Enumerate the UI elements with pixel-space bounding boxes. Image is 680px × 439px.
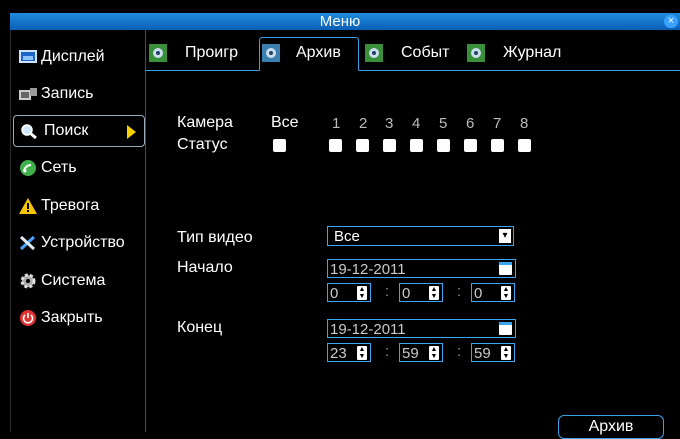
checkbox-camera-1[interactable] [329,139,342,152]
sidebar-item-label: Запись [41,85,94,102]
sidebar: Дисплей Запись Поиск Сеть Тревога Устрой… [10,30,146,432]
camera-icon [262,44,280,62]
camera-label: Камера [177,114,233,131]
time-separator: : [457,343,462,360]
sidebar-item-label: Сеть [41,159,77,176]
checkbox-camera-2[interactable] [356,139,369,152]
tab-label: Событ [401,44,450,61]
sidebar-item-record[interactable]: Запись [13,79,143,109]
camera-number: 6 [466,115,475,132]
main-panel: Проигр Архив Событ Журнал Камера Статус … [145,30,680,439]
record-icon [19,88,37,100]
sidebar-item-label: Поиск [44,122,89,139]
end-minute-stepper[interactable]: 59 ▲ ▼ [399,343,443,362]
start-hour-value: 0 [330,285,339,302]
sidebar-item-close[interactable]: Закрыть [13,303,143,333]
chevron-down-icon: ▾ [499,229,511,243]
end-label: Конец [177,319,223,336]
sidebar-item-network[interactable]: Сеть [13,153,143,183]
video-type-select[interactable]: Все ▾ [327,226,514,246]
end-hour-stepper[interactable]: 23 ▲ ▼ [327,343,371,362]
end-date-field[interactable]: 19-12-2011 [327,319,516,338]
tab-playback[interactable]: Проигр [147,38,257,68]
start-minute-value: 0 [402,285,411,302]
start-second-value: 0 [474,285,483,302]
end-minute-value: 59 [402,345,419,362]
archive-button[interactable]: Архив [558,415,664,439]
sidebar-item-alarm[interactable]: Тревога [13,191,143,221]
tab-label: Проигр [185,44,238,61]
checkbox-camera-4[interactable] [410,139,423,152]
tools-icon [19,235,36,251]
search-icon [21,124,37,139]
camera-number: 8 [520,115,529,132]
end-hour-value: 23 [330,345,347,362]
alarm-icon [19,198,37,214]
active-arrow-icon [127,125,136,139]
start-hour-stepper[interactable]: 0 ▲ ▼ [327,283,371,302]
time-separator: : [457,283,462,300]
stepper-arrows-icon[interactable]: ▲ ▼ [429,346,439,360]
status-label: Статус [177,136,228,153]
end-date-value: 19-12-2011 [330,321,406,338]
sidebar-item-system[interactable]: Система [13,266,143,296]
camera-number: 7 [493,115,502,132]
close-icon[interactable]: × [664,15,678,28]
stepper-arrows-icon[interactable]: ▲ ▼ [357,286,367,300]
start-date-value: 19-12-2011 [330,261,406,278]
checkbox-camera-5[interactable] [437,139,450,152]
start-second-stepper[interactable]: 0 ▲ ▼ [471,283,515,302]
network-icon [20,160,36,176]
video-type-value: Все [334,228,360,245]
start-date-field[interactable]: 19-12-2011 [327,259,516,278]
tab-archive[interactable]: Архив [259,37,359,71]
tab-label: Архив [296,44,341,61]
display-icon [19,50,37,63]
camera-number: 5 [439,115,448,132]
checkbox-camera-8[interactable] [518,139,531,152]
video-type-label: Тип видео [177,229,253,246]
sidebar-item-device[interactable]: Устройство [13,228,143,258]
tab-label: Журнал [503,44,562,61]
checkbox-camera-3[interactable] [383,139,396,152]
sidebar-item-search[interactable]: Поиск [13,115,145,147]
stepper-arrows-icon[interactable]: ▲ ▼ [501,286,511,300]
window-title: Меню [319,13,361,30]
camera-icon [467,44,485,62]
start-minute-stepper[interactable]: 0 ▲ ▼ [399,283,443,302]
end-second-stepper[interactable]: 59 ▲ ▼ [471,343,515,362]
camera-number: 1 [332,115,341,132]
tab-events[interactable]: Событ [363,38,463,68]
time-separator: : [385,343,390,360]
gear-icon [20,273,36,289]
all-label: Все [271,114,299,131]
sidebar-item-label: Устройство [41,234,125,251]
checkbox-all[interactable] [273,139,286,152]
checkbox-camera-6[interactable] [464,139,477,152]
tab-log[interactable]: Журнал [465,38,575,68]
power-icon [20,310,36,326]
camera-number: 3 [385,115,394,132]
checkbox-camera-7[interactable] [491,139,504,152]
camera-icon [149,44,167,62]
camera-number: 4 [412,115,421,132]
start-label: Начало [177,259,233,276]
stepper-arrows-icon[interactable]: ▲ ▼ [357,346,367,360]
sidebar-item-label: Дисплей [41,48,105,65]
camera-number: 2 [359,115,368,132]
sidebar-item-label: Система [41,272,106,289]
calendar-icon[interactable] [499,262,512,275]
tab-bar: Проигр Архив Событ Журнал [145,36,680,71]
end-second-value: 59 [474,345,491,362]
sidebar-item-label: Тревога [41,197,100,214]
calendar-icon[interactable] [499,322,512,335]
stepper-arrows-icon[interactable]: ▲ ▼ [429,286,439,300]
time-separator: : [385,283,390,300]
sidebar-item-display[interactable]: Дисплей [13,42,143,72]
title-bar: Меню × [0,0,680,30]
stepper-arrows-icon[interactable]: ▲ ▼ [501,346,511,360]
sidebar-item-label: Закрыть [41,309,103,326]
camera-icon [365,44,383,62]
